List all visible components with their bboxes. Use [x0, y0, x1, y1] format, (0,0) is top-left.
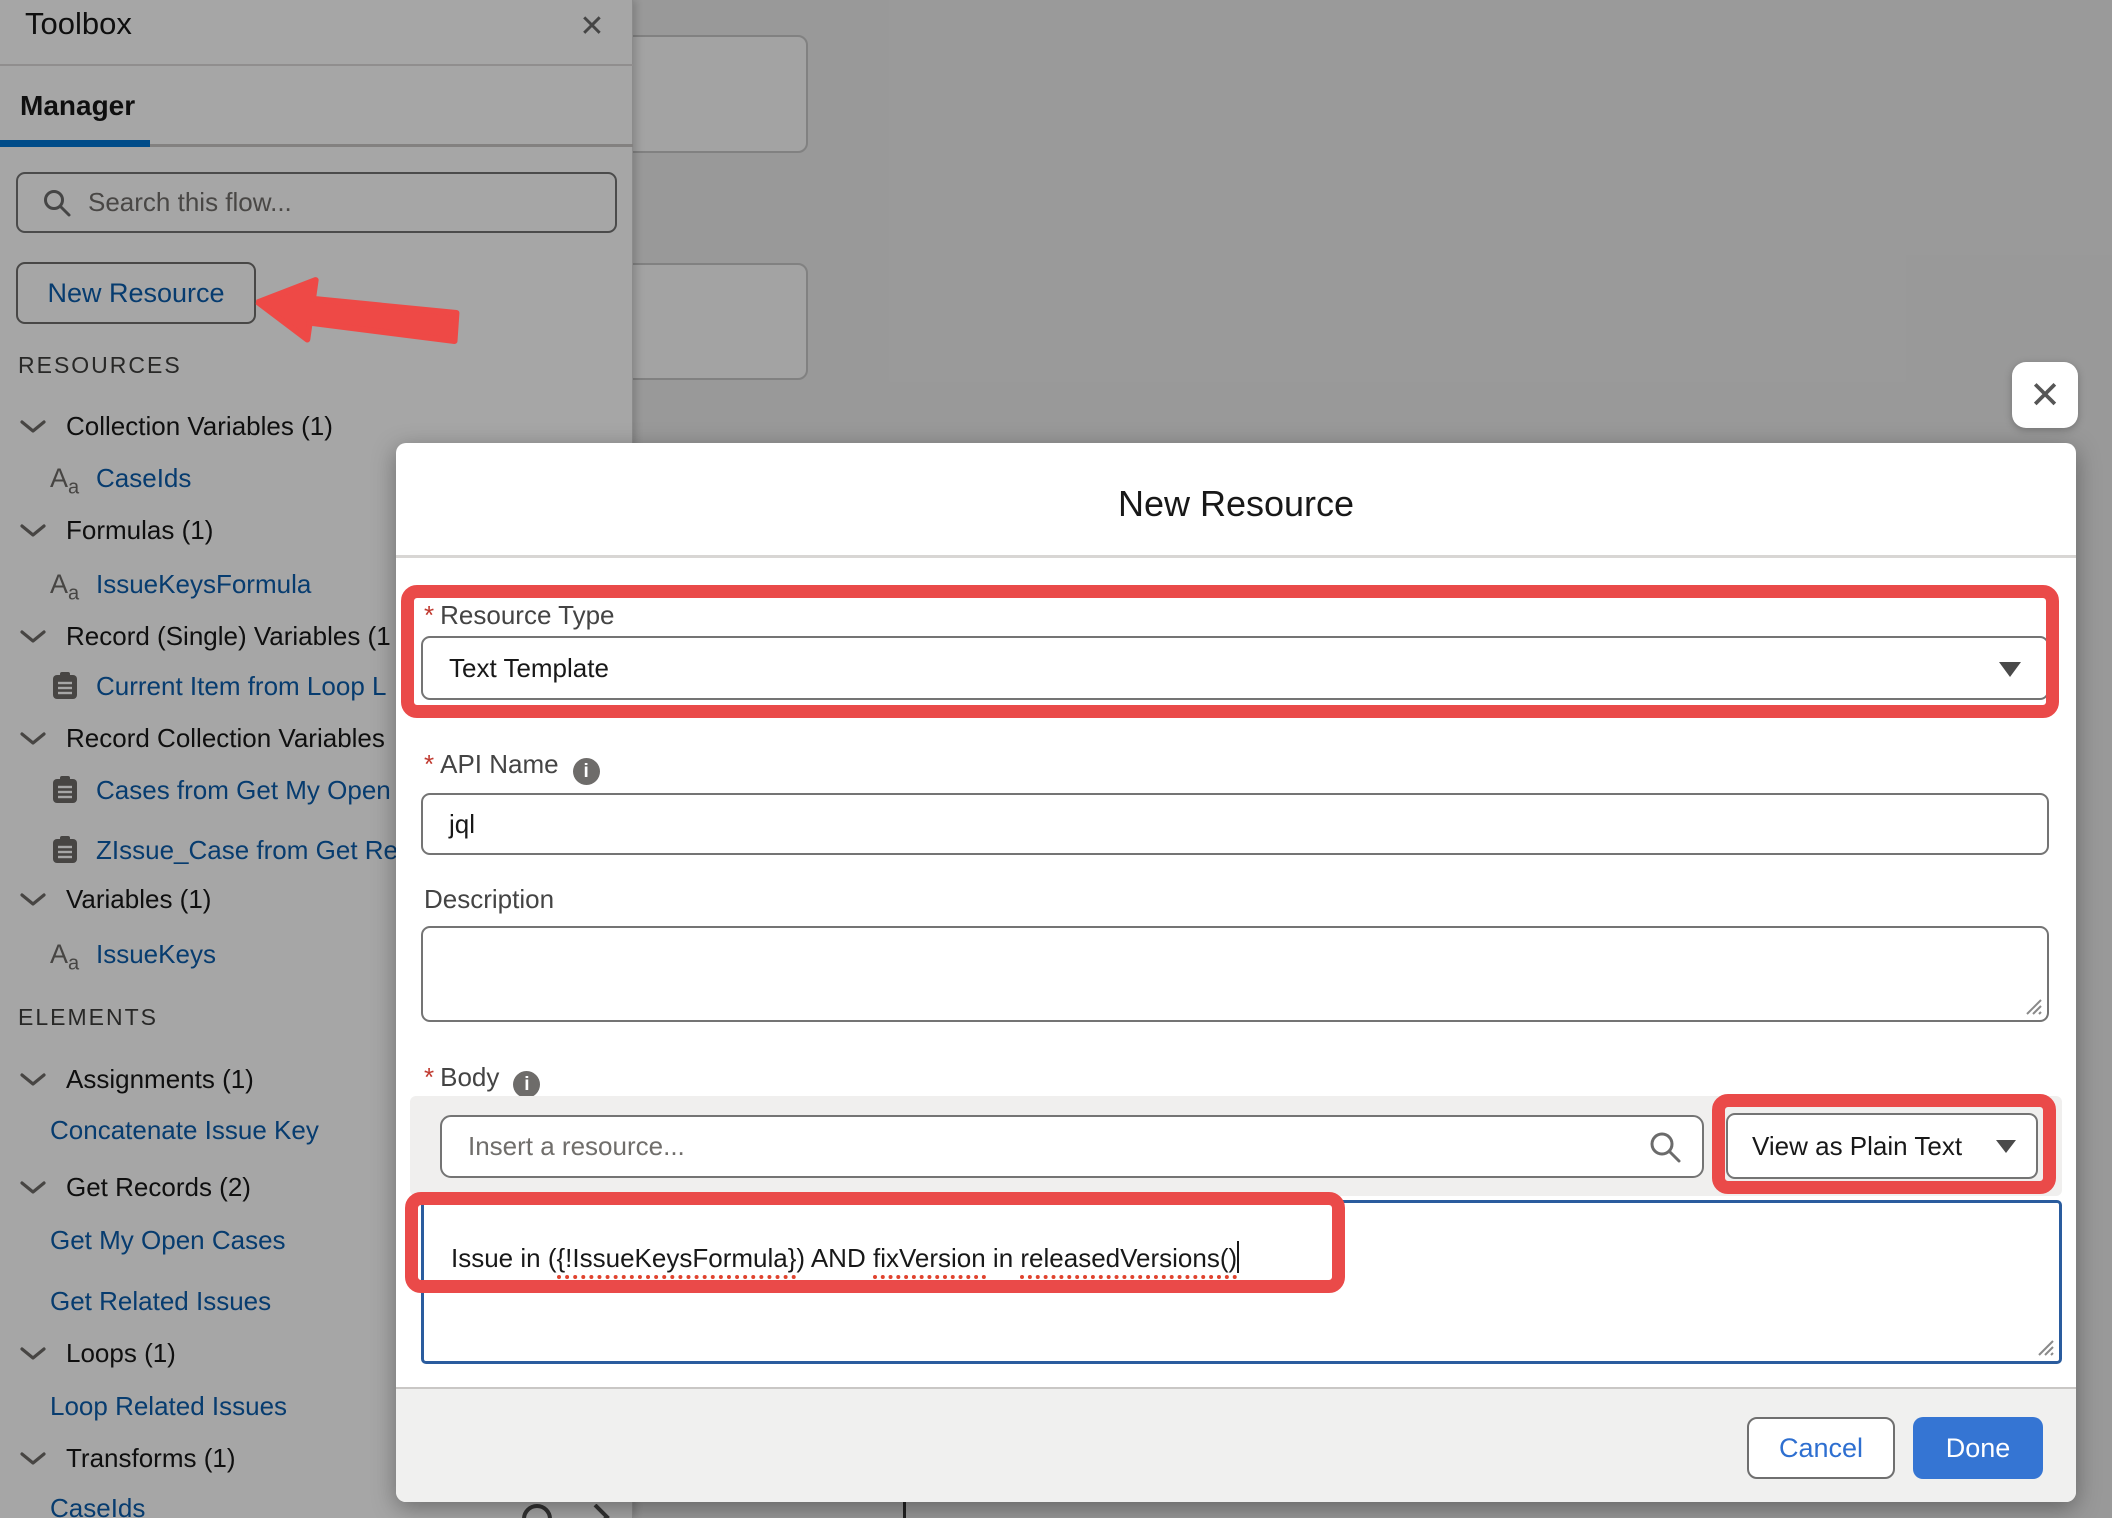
close-icon: ✕: [2029, 373, 2061, 418]
info-icon[interactable]: i: [513, 1071, 540, 1098]
annotation-box-resource-type: [401, 585, 2059, 718]
resize-handle-icon[interactable]: [2031, 1333, 2055, 1357]
insert-resource-input[interactable]: Insert a resource...: [440, 1115, 1704, 1178]
description-label: Description: [424, 884, 554, 915]
modal-footer: Cancel Done: [396, 1387, 2076, 1502]
annotation-box-body-text: [405, 1192, 1345, 1293]
insert-resource-placeholder: Insert a resource...: [468, 1131, 685, 1162]
divider: [396, 555, 2076, 558]
body-label: *Bodyi: [424, 1062, 540, 1098]
required-asterisk: *: [424, 1062, 434, 1092]
modal-title: New Resource: [396, 483, 2076, 525]
resize-handle-icon[interactable]: [2019, 992, 2043, 1016]
description-textarea[interactable]: [421, 926, 2049, 1022]
api-name-input[interactable]: jql: [421, 793, 2049, 855]
search-icon: [1648, 1130, 1682, 1164]
done-button[interactable]: Done: [1913, 1417, 2043, 1479]
cancel-button[interactable]: Cancel: [1747, 1417, 1895, 1479]
api-name-value: jql: [449, 809, 475, 840]
info-icon[interactable]: i: [573, 758, 600, 785]
api-name-label: *API Namei: [424, 749, 600, 785]
annotation-box-view-mode: [1712, 1094, 2056, 1194]
required-asterisk: *: [424, 749, 434, 779]
modal-close-button[interactable]: ✕: [2012, 362, 2078, 428]
